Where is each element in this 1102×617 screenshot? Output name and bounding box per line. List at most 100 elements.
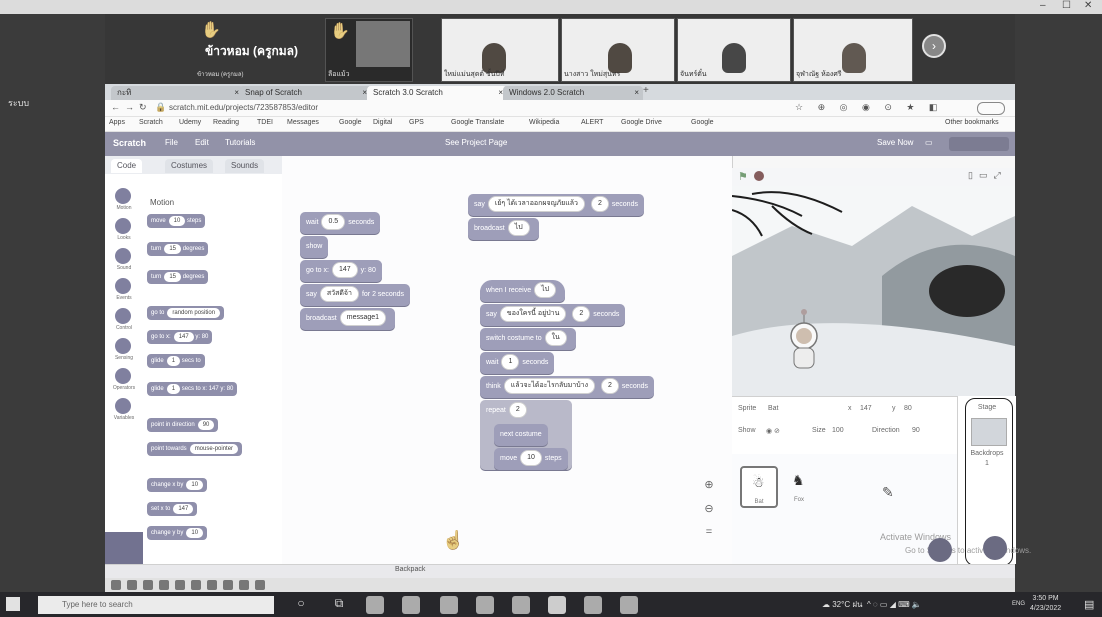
block-input[interactable]: สวัสดีจ้า (319, 286, 359, 303)
calendar-icon[interactable] (440, 596, 458, 614)
palette-block[interactable]: change x by 10 (147, 478, 208, 492)
x-field[interactable]: 147 (860, 405, 872, 412)
stop-icon[interactable] (754, 171, 764, 181)
participant-tile[interactable]: ✋ ข้าวหอม (ครูกมล) ข้าวหอม (ครูกมล) (195, 18, 315, 80)
category-variables[interactable] (115, 398, 131, 414)
participant-tile[interactable]: นางสาว ใหม่สุนทร (561, 18, 675, 82)
palette-block[interactable]: move 10 steps (147, 214, 206, 228)
code-block[interactable]: broadcast ไป (468, 218, 539, 240)
close-icon[interactable]: × (634, 86, 639, 100)
palette-block[interactable]: point towards mouse-pointer (147, 442, 243, 456)
choose-sprite-button[interactable] (928, 538, 952, 562)
edge-icon[interactable] (366, 596, 384, 614)
bookmark[interactable]: ALERT (581, 119, 603, 126)
inner-taskbar-icon[interactable] (159, 580, 169, 590)
forward-icon[interactable]: → (125, 102, 134, 112)
bookmark[interactable]: Scratch (139, 119, 163, 126)
inner-taskbar-icon[interactable] (239, 580, 249, 590)
bookmark[interactable]: Messages (287, 119, 319, 126)
category-sensing[interactable] (115, 338, 131, 354)
bookmark[interactable]: Udemy (179, 119, 201, 126)
word-icon[interactable] (584, 596, 602, 614)
maximize-button[interactable]: ☐ (1062, 0, 1071, 11)
palette-block[interactable]: point in direction 90 (147, 418, 219, 432)
category-events[interactable] (115, 278, 131, 294)
block-input[interactable]: ของใครนี้ อยู่ป่าน (499, 306, 567, 323)
bookmark[interactable]: Reading (213, 119, 239, 126)
block-input[interactable]: 1 (166, 384, 181, 394)
block-input[interactable]: 2 (508, 402, 527, 419)
code-block[interactable]: wait 0.5 seconds (300, 212, 381, 234)
back-icon[interactable]: ← (111, 102, 120, 112)
mail-icon[interactable] (402, 596, 420, 614)
code-area[interactable]: wait 0.5 seconds show go to x: 147 y: 80 say… (282, 156, 733, 564)
code-block-hat[interactable]: when I receive ไป (480, 280, 566, 302)
block-input[interactable]: 10 (186, 480, 204, 490)
url-field[interactable]: scratch.mit.edu/projects/723587853/edito… (169, 102, 769, 114)
bookmark[interactable]: Other bookmarks (945, 119, 999, 126)
menu-file[interactable]: File (165, 138, 178, 147)
block-input[interactable]: 10 (186, 528, 204, 538)
category-looks[interactable] (115, 218, 131, 234)
backpack-bar[interactable]: Backpack (105, 564, 1015, 579)
palette-block[interactable]: turn 15 degrees (147, 242, 209, 256)
bookmark[interactable]: Google (339, 119, 362, 126)
bookmark[interactable]: Google Drive (621, 119, 662, 126)
weather-text[interactable]: 32°C ฝน (832, 600, 862, 609)
extension-icons[interactable]: ☆ ⊕ ◎ ◉ ⊙ ★ ◧ (795, 102, 943, 113)
block-input[interactable]: 1 (501, 354, 520, 371)
add-extension-button[interactable] (105, 532, 143, 564)
store-icon[interactable] (476, 596, 494, 614)
participant-tile[interactable]: จุฬาณัฐ ห้องศรี (793, 18, 913, 82)
block-input[interactable]: 147 (173, 504, 194, 514)
new-tab-button[interactable]: + (643, 85, 649, 96)
photos-icon[interactable] (620, 596, 638, 614)
zoom-out-icon[interactable]: ⊖ (702, 502, 716, 516)
account-menu[interactable] (949, 137, 1009, 151)
block-input[interactable]: 15 (164, 244, 182, 254)
code-block[interactable]: think แล้วจะได้อะไรกลับมาบ้าง 2 seconds (480, 376, 654, 398)
y-field[interactable]: 80 (904, 405, 912, 412)
size-field[interactable]: 100 (832, 427, 844, 434)
block-input[interactable]: 90 (197, 420, 215, 430)
block-input[interactable]: ไป (534, 282, 557, 299)
inner-taskbar-icon[interactable] (111, 580, 121, 590)
palette-block[interactable]: go to x: 147 y: 80 (147, 330, 213, 344)
category-operators[interactable] (115, 368, 131, 384)
inner-taskbar-icon[interactable] (175, 580, 185, 590)
code-block[interactable]: show (300, 236, 329, 258)
code-block[interactable]: say สวัสดีจ้า for 2 seconds (300, 284, 410, 306)
inner-taskbar-icon[interactable] (143, 580, 153, 590)
block-input[interactable]: mouse-pointer (189, 444, 239, 454)
browser-tab[interactable]: กะทิ × (111, 86, 243, 100)
sprite-thumb[interactable]: ♞ Fox (782, 466, 816, 504)
block-input[interactable]: 1 (166, 356, 181, 366)
show-visible-icon[interactable]: ◉ ⊘ (766, 427, 780, 435)
sprite-name-field[interactable]: Bat (768, 405, 779, 412)
category-motion[interactable] (115, 188, 131, 204)
browser-tab[interactable]: Windows 2.0 Scratch × (503, 86, 643, 100)
tab-costumes[interactable]: Costumes (165, 159, 214, 173)
minimize-button[interactable]: – (1040, 0, 1046, 11)
sprite-thumb-selected[interactable]: ☃ Bat (740, 466, 778, 508)
block-input[interactable]: ใน (544, 330, 567, 347)
profile-button[interactable] (977, 102, 1005, 115)
folder-icon[interactable]: ▭ (925, 138, 933, 147)
code-block[interactable]: say เย้ๆ ได้เวลาออกผจญภัยแล้ว 2 seconds (468, 194, 644, 216)
inner-taskbar-icon[interactable] (255, 580, 265, 590)
language-indicator[interactable]: ENG (1012, 601, 1025, 607)
block-input[interactable]: แล้วจะได้อะไรกลับมาบ้าง (503, 378, 596, 395)
participant-tile[interactable]: จันทร์ตั๋น (677, 18, 791, 82)
bookmark[interactable]: TDEI (257, 119, 273, 126)
bookmark[interactable]: Apps (109, 119, 125, 126)
active-app-icon[interactable] (548, 596, 566, 614)
participant-tile[interactable]: ใหม่แม่นสุดต์ ชั้นปีที่ (441, 18, 559, 82)
block-input[interactable]: 10 (168, 216, 186, 226)
palette-block[interactable]: go to random position (147, 306, 225, 320)
palette-block[interactable]: glide 1 secs to x: 147 y: 80 (147, 382, 238, 396)
category-sound[interactable] (115, 248, 131, 264)
code-block[interactable]: next costume (494, 424, 548, 446)
code-block[interactable]: wait 1 seconds (480, 352, 555, 374)
taskbar-search-input[interactable]: Type here to search (38, 596, 274, 614)
chrome-icon[interactable] (512, 596, 530, 614)
